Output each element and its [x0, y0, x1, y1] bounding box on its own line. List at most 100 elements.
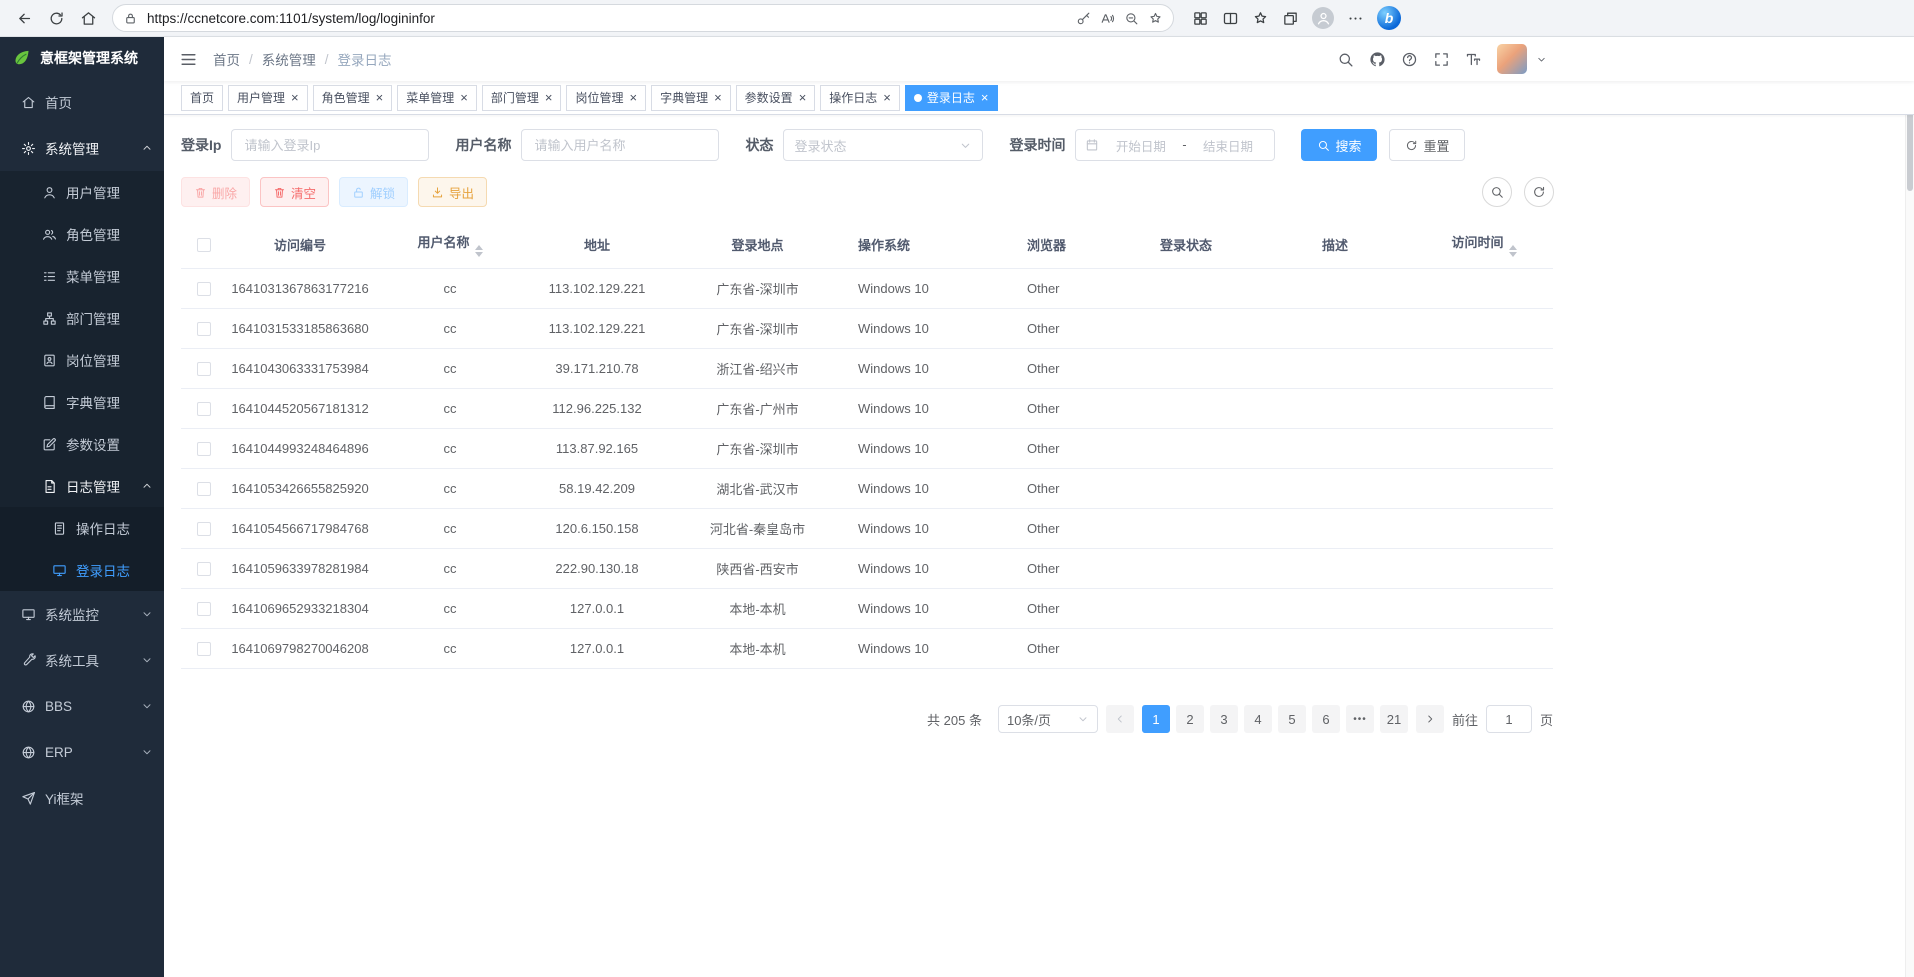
browser-back-icon[interactable] [10, 4, 38, 32]
page-button-21[interactable]: 21 [1380, 705, 1408, 733]
sidebar-item-yi-framework[interactable]: Yi框架 [0, 775, 164, 821]
docs-icon[interactable] [1401, 51, 1418, 68]
breadcrumb-item[interactable]: 系统管理 [262, 49, 316, 69]
header-search-icon[interactable] [1337, 51, 1354, 68]
browser-home-icon[interactable] [74, 4, 102, 32]
user-name-input[interactable] [521, 129, 719, 161]
goto-page-input[interactable] [1486, 705, 1532, 733]
tab-login-log[interactable]: 登录日志× [905, 85, 998, 111]
page-button-3[interactable]: 3 [1210, 705, 1238, 733]
page-button-4[interactable]: 4 [1244, 705, 1272, 733]
delete-button[interactable]: 删除 [181, 177, 250, 207]
page-size-select[interactable]: 10条/页 [998, 705, 1098, 733]
browser-profile-icon[interactable] [1312, 7, 1334, 29]
zoom-icon[interactable] [1124, 11, 1139, 26]
row-checkbox[interactable] [197, 402, 211, 416]
tab-operation-log[interactable]: 操作日志× [820, 85, 900, 111]
row-checkbox[interactable] [197, 442, 211, 456]
page-button-5[interactable]: 5 [1278, 705, 1306, 733]
tab-role-management[interactable]: 角色管理× [313, 85, 393, 111]
tab-dept-management[interactable]: 部门管理× [482, 85, 562, 111]
sidebar-item-operation-log[interactable]: 操作日志 [0, 507, 164, 549]
prev-page-button[interactable] [1106, 705, 1134, 733]
copilot-icon[interactable]: b [1377, 6, 1401, 30]
sidebar-item-home[interactable]: 首页 [0, 79, 164, 125]
font-size-icon[interactable] [1465, 51, 1482, 68]
browser-menu-icon[interactable] [1347, 10, 1364, 27]
sidebar-item-menu-management[interactable]: 菜单管理 [0, 255, 164, 297]
tab-menu-management[interactable]: 菜单管理× [397, 85, 477, 111]
user-avatar[interactable] [1497, 44, 1527, 74]
tab-close-icon[interactable]: × [883, 91, 891, 104]
unlock-button[interactable]: 解锁 [339, 177, 408, 207]
toggle-search-button[interactable] [1482, 177, 1512, 207]
tab-param-settings[interactable]: 参数设置× [736, 85, 816, 111]
row-checkbox[interactable] [197, 362, 211, 376]
next-page-button[interactable] [1416, 705, 1444, 733]
split-screen-icon[interactable] [1222, 10, 1239, 27]
sidebar-item-param-settings[interactable]: 参数设置 [0, 423, 164, 465]
status-select[interactable]: 登录状态 [783, 129, 983, 161]
password-manager-icon[interactable] [1076, 11, 1091, 26]
column-header[interactable]: 用户名称 [373, 221, 527, 269]
page-button-1[interactable]: 1 [1142, 705, 1170, 733]
clear-button[interactable]: 清空 [260, 177, 329, 207]
page-scrollbar[interactable] [1905, 37, 1914, 977]
tab-close-icon[interactable]: × [981, 91, 989, 104]
row-checkbox[interactable] [197, 482, 211, 496]
refresh-table-button[interactable] [1524, 177, 1554, 207]
sidebar-item-dept-management[interactable]: 部门管理 [0, 297, 164, 339]
reset-button[interactable]: 重置 [1389, 129, 1465, 161]
column-header[interactable]: 访问时间 [1415, 221, 1553, 269]
page-button-6[interactable]: 6 [1312, 705, 1340, 733]
avatar-dropdown-icon[interactable] [1536, 54, 1547, 65]
sort-caret-icon[interactable] [1509, 245, 1517, 257]
export-button[interactable]: 导出 [418, 177, 487, 207]
row-checkbox[interactable] [197, 322, 211, 336]
tab-dict-management[interactable]: 字典管理× [651, 85, 731, 111]
sidebar-item-user-management[interactable]: 用户管理 [0, 171, 164, 213]
sidebar-item-bbs[interactable]: BBS [0, 683, 164, 729]
row-checkbox[interactable] [197, 522, 211, 536]
select-all-checkbox[interactable] [197, 238, 211, 252]
tab-close-icon[interactable]: × [799, 91, 807, 104]
address-bar[interactable]: https://ccnetcore.com:1101/system/log/lo… [112, 4, 1174, 32]
sort-caret-icon[interactable] [475, 245, 483, 257]
row-checkbox[interactable] [197, 642, 211, 656]
sidebar-item-dict-management[interactable]: 字典管理 [0, 381, 164, 423]
tab-close-icon[interactable]: × [291, 91, 299, 104]
tab-close-icon[interactable]: × [629, 91, 637, 104]
tab-user-management[interactable]: 用户管理× [228, 85, 308, 111]
breadcrumb-item[interactable]: 首页 [213, 49, 240, 69]
login-ip-input[interactable] [231, 129, 429, 161]
tab-post-management[interactable]: 岗位管理× [566, 85, 646, 111]
browser-refresh-icon[interactable] [42, 4, 70, 32]
fullscreen-icon[interactable] [1433, 51, 1450, 68]
sidebar-item-erp[interactable]: ERP [0, 729, 164, 775]
collections-icon[interactable] [1282, 10, 1299, 27]
tab-home[interactable]: 首页 [181, 85, 223, 111]
more-pages-button[interactable]: ••• [1346, 705, 1374, 733]
read-aloud-icon[interactable] [1100, 11, 1115, 26]
sidebar-item-role-management[interactable]: 角色管理 [0, 213, 164, 255]
row-checkbox[interactable] [197, 282, 211, 296]
row-checkbox[interactable] [197, 562, 211, 576]
page-button-2[interactable]: 2 [1176, 705, 1204, 733]
site-info-icon[interactable] [123, 11, 138, 26]
tab-close-icon[interactable]: × [376, 91, 384, 104]
row-checkbox[interactable] [197, 602, 211, 616]
github-icon[interactable] [1369, 51, 1386, 68]
sidebar-item-post-management[interactable]: 岗位管理 [0, 339, 164, 381]
sidebar-item-system-tools[interactable]: 系统工具 [0, 637, 164, 683]
sidebar-item-system-management[interactable]: 系统管理 [0, 125, 164, 171]
sidebar-item-login-log[interactable]: 登录日志 [0, 549, 164, 591]
tab-close-icon[interactable]: × [714, 91, 722, 104]
favorites-icon[interactable] [1252, 10, 1269, 27]
tab-close-icon[interactable]: × [545, 91, 553, 104]
login-time-range-picker[interactable]: 开始日期 - 结束日期 [1075, 129, 1275, 161]
search-button[interactable]: 搜索 [1301, 129, 1377, 161]
sidebar-item-log-management[interactable]: 日志管理 [0, 465, 164, 507]
sidebar-toggle-icon[interactable] [179, 50, 198, 69]
tab-close-icon[interactable]: × [460, 91, 468, 104]
sidebar-item-system-monitor[interactable]: 系统监控 [0, 591, 164, 637]
